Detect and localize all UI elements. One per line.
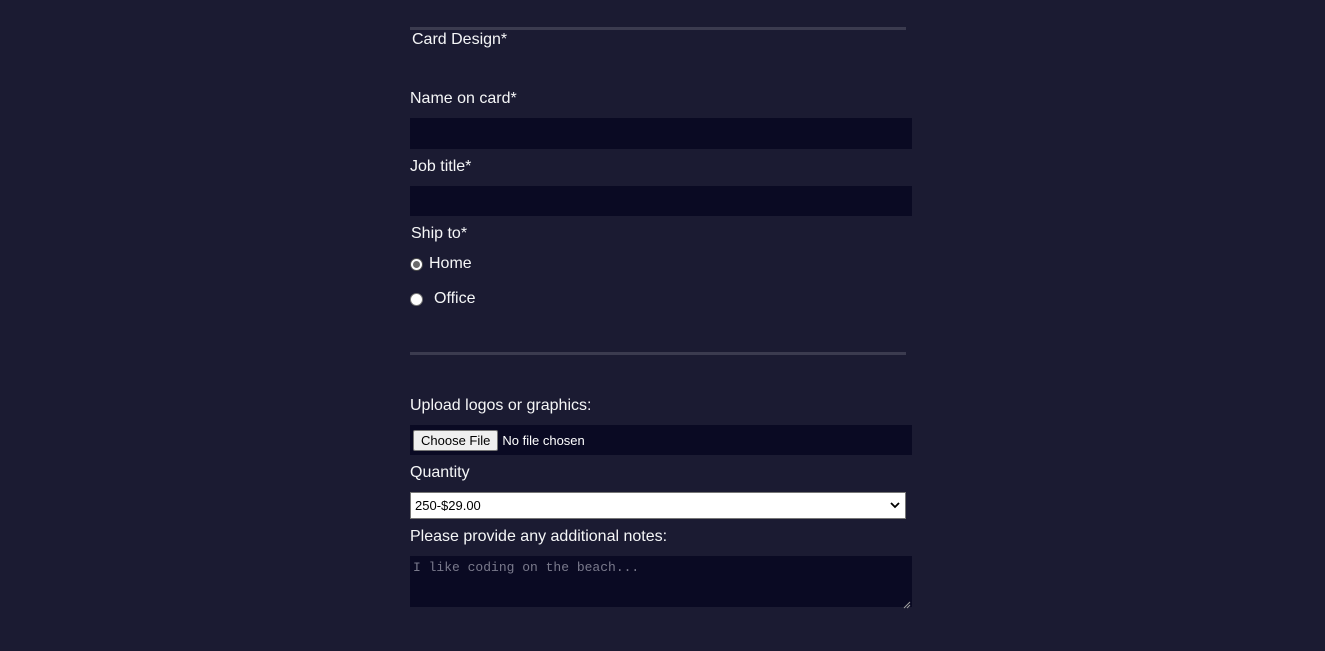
chevron-down-icon xyxy=(889,500,901,512)
office-radio[interactable] xyxy=(410,292,423,306)
ship-to-label: Ship to* xyxy=(411,225,468,242)
home-radio-label: Home xyxy=(429,255,472,272)
home-radio[interactable] xyxy=(410,257,423,271)
upload-label: Upload logos or graphics: xyxy=(410,397,592,414)
ship-option-office[interactable]: Office xyxy=(410,290,476,308)
notes-textarea[interactable]: I like coding on the beach... xyxy=(410,556,912,609)
section-divider-middle xyxy=(410,352,906,355)
notes-label: Please provide any additional notes: xyxy=(410,528,668,545)
job-title-label: Job title* xyxy=(410,158,472,175)
file-upload-input[interactable]: Choose File No file chosen xyxy=(410,425,912,455)
quantity-select[interactable]: 250-$29.00 xyxy=(410,492,906,519)
name-on-card-label: Name on card* xyxy=(410,90,517,107)
job-title-input[interactable] xyxy=(410,186,912,216)
name-on-card-input[interactable] xyxy=(410,118,912,149)
quantity-selected-value: 250-$29.00 xyxy=(415,498,481,513)
file-status-text: No file chosen xyxy=(502,432,585,448)
section-divider-top xyxy=(410,27,906,30)
notes-placeholder: I like coding on the beach... xyxy=(413,560,640,575)
choose-file-button[interactable]: Choose File xyxy=(413,429,499,451)
office-radio-label: Office xyxy=(434,290,476,307)
card-design-label: Card Design* xyxy=(412,31,508,48)
quantity-label: Quantity xyxy=(410,464,470,481)
resize-handle-icon[interactable] xyxy=(903,598,911,609)
ship-option-home[interactable]: Home xyxy=(410,255,472,273)
